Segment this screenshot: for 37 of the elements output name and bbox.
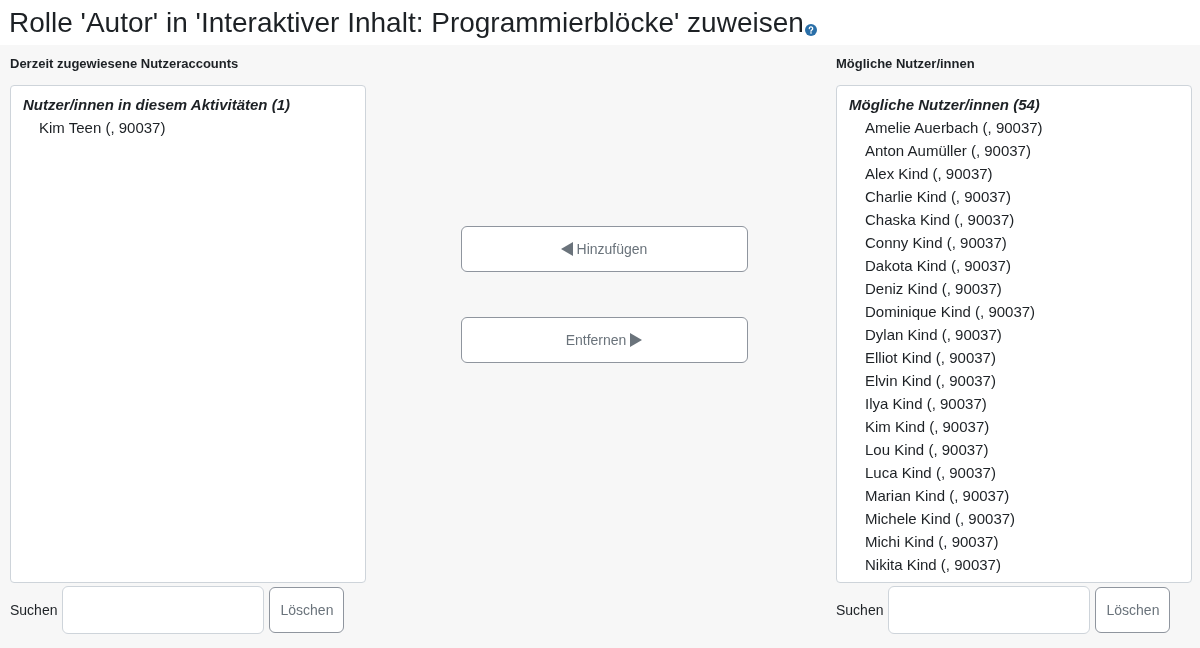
list-option[interactable]: Michele Kind (, 90037) <box>849 507 1179 530</box>
clear-button[interactable]: Löschen <box>1095 587 1171 633</box>
list-option[interactable]: Amelie Auerbach (, 90037) <box>849 116 1179 139</box>
list-option[interactable]: Charlie Kind (, 90037) <box>849 185 1179 208</box>
list-option[interactable]: Chaska Kind (, 90037) <box>849 208 1179 231</box>
column-heading: Derzeit zugewiesene Nutzeraccounts <box>10 55 240 74</box>
list-option[interactable]: Dakota Kind (, 90037) <box>849 254 1179 277</box>
list-option[interactable]: Dominique Kind (, 90037) <box>849 300 1179 323</box>
list-group-heading: Nutzer/innen in diesem Aktivitäten (1) <box>23 95 291 115</box>
list-option[interactable]: Marian Kind (, 90037) <box>849 484 1179 507</box>
list-option[interactable]: Lou Kind (, 90037) <box>849 438 1179 461</box>
search-field[interactable] <box>62 586 265 634</box>
list-option[interactable]: Michi Kind (, 90037) <box>849 530 1179 553</box>
right-triangle-icon <box>630 333 643 347</box>
list-option[interactable]: Anton Aumüller (, 90037) <box>849 139 1179 162</box>
list-option[interactable]: Deniz Kind (, 90037) <box>849 277 1179 300</box>
list-option[interactable]: Nikita Kind (, 90037) <box>849 553 1179 576</box>
list-option[interactable]: Ilya Kind (, 90037) <box>849 392 1179 415</box>
list-option[interactable]: Elvin Kind (, 90037) <box>849 369 1179 392</box>
list-option[interactable]: Kim Teen (, 90037) <box>23 116 353 139</box>
list-option[interactable]: Alex Kind (, 90037) <box>849 162 1179 185</box>
clear-button[interactable]: Löschen <box>269 587 345 633</box>
list-option[interactable]: Kim Kind (, 90037) <box>849 415 1179 438</box>
page-title: Rolle 'Autor' in 'Interaktiver Inhalt: Programmierblöcke' zuweisen <box>9 9 804 37</box>
list-group-heading: Mögliche Nutzer/innen (54) <box>849 95 1041 115</box>
user-list[interactable] <box>836 85 1192 583</box>
search-label: Suchen <box>10 600 58 620</box>
list-option[interactable]: Luca Kind (, 90037) <box>849 461 1179 484</box>
list-option[interactable]: Dylan Kind (, 90037) <box>849 323 1179 346</box>
list-option[interactable]: Elliot Kind (, 90037) <box>849 346 1179 369</box>
user-list[interactable]: Nutzer/innen in diesem Aktivitäten (1) Kim Teen (, 90037) <box>10 85 366 583</box>
search-label: Suchen <box>836 600 884 620</box>
column-heading: Mögliche Nutzer/innen <box>836 55 976 74</box>
left-triangle-icon <box>560 242 573 256</box>
list-option[interactable]: Conny Kind (, 90037) <box>849 231 1179 254</box>
help-icon[interactable] <box>804 24 817 36</box>
search-field[interactable] <box>888 586 1091 634</box>
